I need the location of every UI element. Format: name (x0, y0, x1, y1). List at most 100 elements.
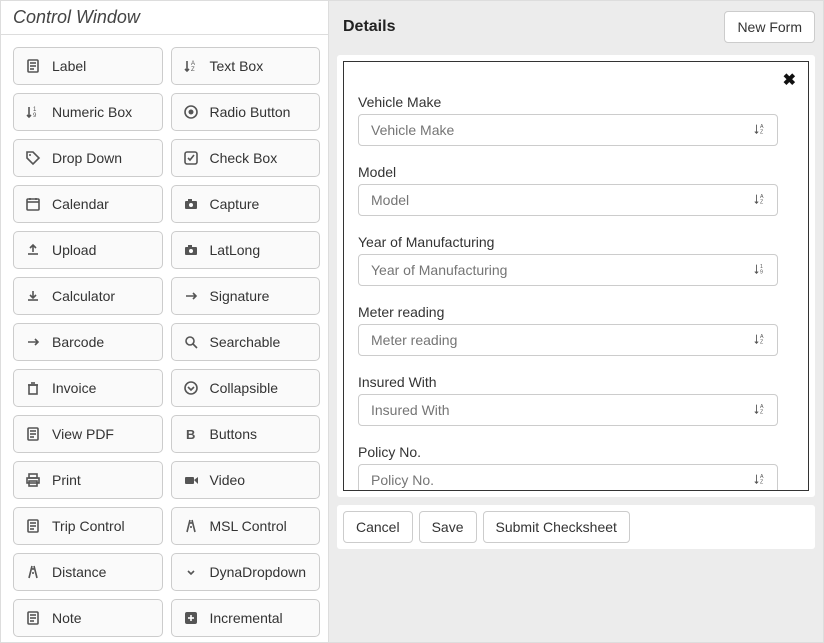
control-item-label: Calendar (52, 196, 109, 212)
control-item-label: Capture (210, 196, 260, 212)
field-input[interactable] (358, 464, 778, 491)
control-item-video[interactable]: Video (171, 461, 321, 499)
enter-icon (182, 288, 200, 304)
control-item-label: Distance (52, 564, 106, 580)
control-item-label: Trip Control (52, 518, 125, 534)
tag-icon (24, 150, 42, 166)
field-text-input[interactable] (369, 121, 753, 139)
new-form-button[interactable]: New Form (724, 11, 815, 43)
control-item-signature[interactable]: Signature (171, 277, 321, 315)
field-input[interactable] (358, 114, 778, 146)
control-item-label[interactable]: Label (13, 47, 163, 85)
form-field-meter-reading: Meter reading (358, 304, 778, 356)
close-icon[interactable]: ✖ (783, 70, 796, 90)
calendar-icon (24, 196, 42, 212)
control-item-label: DynaDropdown (210, 564, 307, 580)
control-list-scroll[interactable]: Label Text Box Numeric Box Radio Button Drop… (1, 35, 328, 642)
control-item-label: Barcode (52, 334, 104, 350)
control-item-capture[interactable]: Capture (171, 185, 321, 223)
control-item-calculator[interactable]: Calculator (13, 277, 163, 315)
field-text-input[interactable] (369, 401, 753, 419)
check-icon (182, 150, 200, 166)
control-item-label: Numeric Box (52, 104, 132, 120)
enter-icon (24, 334, 42, 350)
control-item-label: Upload (52, 242, 96, 258)
field-input[interactable] (358, 394, 778, 426)
control-item-trip-control[interactable]: Trip Control (13, 507, 163, 545)
field-text-input[interactable] (369, 331, 753, 349)
form-field-policy-no-: Policy No. (358, 444, 778, 491)
control-item-distance[interactable]: Distance (13, 553, 163, 591)
caret-icon (182, 564, 200, 580)
control-window-title: Control Window (1, 1, 328, 35)
form-field-vehicle-make: Vehicle Make (358, 94, 778, 146)
sortAZ-icon (182, 58, 200, 74)
sortAZ-icon (753, 192, 767, 209)
control-item-msl-control[interactable]: MSL Control (171, 507, 321, 545)
print-icon (24, 472, 42, 488)
field-input[interactable] (358, 254, 778, 286)
empty-area (337, 557, 815, 634)
control-item-view-pdf[interactable]: View PDF (13, 415, 163, 453)
field-text-input[interactable] (369, 471, 753, 489)
control-window-panel: Control Window Label Text Box Numeric Box R… (1, 1, 329, 642)
control-item-dynadropdown[interactable]: DynaDropdown (171, 553, 321, 591)
control-item-invoice[interactable]: Invoice (13, 369, 163, 407)
form-canvas[interactable]: ✖ Vehicle Make Model Year of Manufacturing… (343, 61, 809, 491)
app-root: Control Window Label Text Box Numeric Box R… (0, 0, 824, 643)
cancel-button[interactable]: Cancel (343, 511, 413, 543)
control-item-label: Print (52, 472, 81, 488)
sortAZ-icon (753, 332, 767, 349)
field-text-input[interactable] (369, 261, 753, 279)
field-label: Meter reading (358, 304, 778, 320)
search-icon (182, 334, 200, 350)
submit-button[interactable]: Submit Checksheet (483, 511, 630, 543)
action-row: Cancel Save Submit Checksheet (337, 505, 815, 549)
control-item-label: Collapsible (210, 380, 278, 396)
save-button[interactable]: Save (419, 511, 477, 543)
control-item-numeric-box[interactable]: Numeric Box (13, 93, 163, 131)
control-item-barcode[interactable]: Barcode (13, 323, 163, 361)
control-item-print[interactable]: Print (13, 461, 163, 499)
control-item-calendar[interactable]: Calendar (13, 185, 163, 223)
sort19-icon (24, 104, 42, 120)
control-item-label: Label (52, 58, 86, 74)
form-canvas-wrap: ✖ Vehicle Make Model Year of Manufacturing… (337, 55, 815, 497)
field-label: Vehicle Make (358, 94, 778, 110)
field-input[interactable] (358, 184, 778, 216)
form-field-model: Model (358, 164, 778, 216)
control-item-check-box[interactable]: Check Box (171, 139, 321, 177)
field-label: Year of Manufacturing (358, 234, 778, 250)
sort19-icon (753, 262, 767, 279)
control-item-label: Radio Button (210, 104, 291, 120)
control-item-drop-down[interactable]: Drop Down (13, 139, 163, 177)
control-item-label: MSL Control (210, 518, 287, 534)
control-item-label: Invoice (52, 380, 96, 396)
control-item-searchable[interactable]: Searchable (171, 323, 321, 361)
field-label: Insured With (358, 374, 778, 390)
field-text-input[interactable] (369, 191, 753, 209)
control-item-upload[interactable]: Upload (13, 231, 163, 269)
control-item-label: Searchable (210, 334, 281, 350)
control-item-text-box[interactable]: Text Box (171, 47, 321, 85)
doc-icon (24, 518, 42, 534)
download-icon (24, 288, 42, 304)
chev-icon (182, 380, 200, 396)
camera-icon (182, 196, 200, 212)
control-item-label: Note (52, 610, 82, 626)
form-field-year-of-manufacturing: Year of Manufacturing (358, 234, 778, 286)
control-item-collapsible[interactable]: Collapsible (171, 369, 321, 407)
control-item-radio-button[interactable]: Radio Button (171, 93, 321, 131)
details-header: Details New Form (337, 7, 815, 47)
field-input[interactable] (358, 324, 778, 356)
doc-icon (24, 610, 42, 626)
control-item-latlong[interactable]: LatLong (171, 231, 321, 269)
field-label: Policy No. (358, 444, 778, 460)
form-field-insured-with: Insured With (358, 374, 778, 426)
doc-icon (24, 426, 42, 442)
control-item-label: Video (210, 472, 246, 488)
sortAZ-icon (753, 472, 767, 489)
control-item-buttons[interactable]: Buttons (171, 415, 321, 453)
control-item-incremental[interactable]: Incremental (171, 599, 321, 637)
control-item-note[interactable]: Note (13, 599, 163, 637)
